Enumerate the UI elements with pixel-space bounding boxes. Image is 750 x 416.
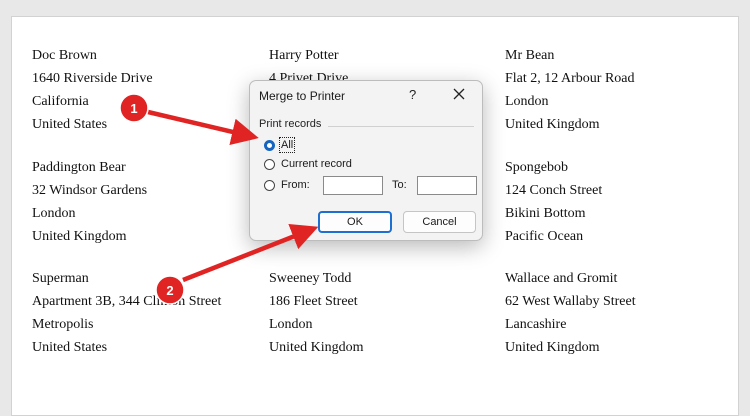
label-line: Doc Brown [32,48,97,63]
radio-from[interactable]: From: [264,179,310,191]
label-line: Superman [32,271,89,286]
label-line: United Kingdom [32,229,127,244]
label-line: Paddington Bear [32,160,126,175]
label-line: 186 Fleet Street [269,294,358,309]
merge-to-printer-dialog: Merge to Printer ? Print records All Cur… [249,80,483,241]
radio-from-label[interactable]: From: [281,179,310,191]
radio-unselected-icon[interactable] [264,158,275,170]
label-line: United States [32,117,108,132]
label-doc-brown: Doc Brown 1640 Riverside Drive Californi… [32,44,262,136]
label-spongebob: Spongebob 124 Conch Street Bikini Bottom… [505,156,735,248]
label-sweeney-todd: Sweeney Todd 186 Fleet Street London Uni… [269,267,499,359]
label-superman: Superman Apartment 3B, 344 Clinton Stree… [32,267,262,359]
label-mr-bean: Mr Bean Flat 2, 12 Arbour Road London Un… [505,44,735,136]
cancel-button[interactable]: Cancel [403,211,476,233]
label-line: Harry Potter [269,48,339,63]
dialog-title: Merge to Printer [259,89,346,103]
label-line: London [505,94,549,109]
label-line: 124 Conch Street [505,183,603,198]
label-wallace-and-gromit: Wallace and Gromit 62 West Wallaby Stree… [505,267,735,359]
from-input[interactable] [323,176,383,195]
label-line: Spongebob [505,160,568,175]
label-line: 32 Windsor Gardens [32,183,148,198]
label-line: California [32,94,89,109]
label-line: Wallace and Gromit [505,271,618,286]
ok-button[interactable]: OK [318,211,392,233]
radio-all-label[interactable]: All [278,137,296,153]
label-line: United Kingdom [505,117,600,132]
radio-selected-icon[interactable] [264,139,275,151]
group-divider [328,126,474,127]
radio-current-label[interactable]: Current record [281,158,352,170]
label-line: Pacific Ocean [505,229,584,244]
to-input[interactable] [417,176,477,195]
label-paddington-bear: Paddington Bear 32 Windsor Gardens Londo… [32,156,262,248]
label-line: Bikini Bottom [505,206,586,221]
to-label: To: [392,179,407,191]
label-line: 1640 Riverside Drive [32,71,153,86]
label-line: United Kingdom [505,340,600,355]
label-line: United States [32,340,108,355]
label-line: Flat 2, 12 Arbour Road [505,71,635,86]
label-line: Metropolis [32,317,94,332]
label-line: London [32,206,76,221]
radio-current-record[interactable]: Current record [264,158,352,170]
close-icon[interactable] [450,85,468,103]
label-line: Sweeney Todd [269,271,352,286]
print-records-label: Print records [259,118,322,130]
label-line: 62 West Wallaby Street [505,294,636,309]
label-line: Lancashire [505,317,567,332]
radio-unselected-icon[interactable] [264,179,275,191]
label-line: Apartment 3B, 344 Clinton Street [32,294,222,309]
label-line: United Kingdom [269,340,364,355]
label-line: London [269,317,313,332]
label-line: Mr Bean [505,48,555,63]
help-button[interactable]: ? [409,87,416,102]
radio-all[interactable]: All [264,137,296,153]
